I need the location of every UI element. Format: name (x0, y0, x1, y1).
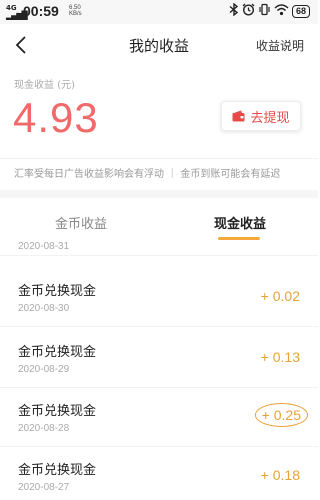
status-time: 00:59 (23, 3, 59, 19)
earnings-help-link[interactable]: 收益说明 (256, 37, 304, 54)
transaction-list[interactable]: 2020-08-31 金币兑换现金 2020-08-30 + 0.02 金币兑换… (0, 242, 318, 500)
withdraw-label: 去提现 (250, 110, 290, 126)
list-item-title: 金币兑换现金 (18, 404, 97, 419)
balance-value: 4.93 (13, 94, 99, 141)
list-item-date: 2020-08-31 (18, 242, 70, 252)
wifi-icon (274, 3, 289, 19)
navigation-bar: 我的收益 收益说明 (0, 24, 318, 66)
section-gap (0, 190, 318, 198)
list-item: 金币兑换现金 2020-08-29 + 0.13 (0, 329, 318, 387)
list-item: 金币兑换现金 2020-08-30 + 0.02 (0, 268, 318, 326)
list-item-title: 金币兑换现金 (18, 284, 97, 299)
list-item-amount: + 0.25 (254, 403, 308, 427)
divider (0, 255, 318, 256)
status-icons: 68 (229, 2, 310, 19)
active-tab-indicator (218, 237, 260, 240)
battery-icon: 68 (291, 4, 310, 18)
alarm-icon (242, 3, 255, 19)
list-item-date: 2020-08-27 (18, 482, 70, 493)
divider (0, 158, 318, 159)
earnings-tabs: 金币收益 现金收益 (0, 198, 318, 242)
divider (0, 326, 318, 327)
list-item-amount: + 0.18 (260, 467, 300, 483)
list-item-date: 2020-08-29 (18, 364, 70, 375)
network-speed: 6.50 KB/s (69, 5, 82, 17)
tab-coin-earnings[interactable]: 金币收益 (55, 213, 107, 232)
bluetooth-icon (229, 2, 239, 19)
list-item-date: 2020-08-28 (18, 423, 70, 434)
exchange-rate-notice: 汇率受每日广告收益影响会有浮动 ｜ 金币到账可能会有延迟 (14, 169, 281, 180)
withdraw-button[interactable]: 去提现 (221, 101, 301, 131)
status-bar: 4G ▂▄▆█ 00:59 6.50 KB/s 68 (0, 0, 318, 24)
network-speed-unit: KB/s (69, 11, 82, 17)
list-item-date: 2020-08-30 (18, 303, 70, 314)
list-item: 金币兑换现金 2020-08-28 + 0.25 (0, 388, 318, 446)
list-item-amount: + 0.13 (260, 349, 300, 365)
balance-label: 现金收益 (元) (14, 80, 75, 91)
list-item-title: 金币兑换现金 (18, 463, 97, 478)
wallet-icon (232, 110, 245, 122)
earnings-summary: 现金收益 (元) 4.93 去提现 (0, 66, 318, 158)
vibrate-icon (258, 3, 271, 19)
tab-cash-earnings[interactable]: 现金收益 (214, 213, 266, 232)
list-item-amount: + 0.02 (260, 288, 300, 304)
list-item: 金币兑换现金 2020-08-27 + 0.18 (0, 447, 318, 500)
list-item-title: 金币兑换现金 (18, 345, 97, 360)
